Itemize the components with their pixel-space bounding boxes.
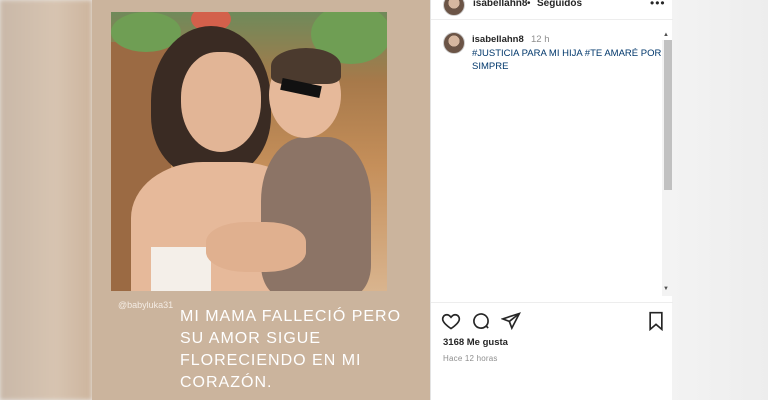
post-actions: 3168 Me gusta Hace 12 horas — [431, 302, 673, 400]
scroll-down-icon[interactable]: ▼ — [663, 286, 669, 292]
story-caption: MI MAMA FALLECIÓ PERO SU AMOR SIGUE FLOR… — [180, 308, 402, 391]
header-separator: • — [527, 0, 531, 9]
header-username[interactable]: isabellahn8 — [473, 0, 527, 9]
scrollbar[interactable]: ▲ ▼ — [662, 32, 672, 296]
like-count[interactable]: 3168 Me gusta — [443, 337, 508, 348]
post-image: @babyluka31 MI MAMA FALLECIÓ PERO SU AMO… — [92, 0, 430, 400]
blurred-background-left — [0, 0, 92, 400]
photo-mother-and-baby — [111, 12, 387, 291]
instagram-panel: isabellahn8 • Seguidos ••• isabellahn8 1… — [430, 0, 673, 400]
comment-username[interactable]: isabellahn8 — [472, 34, 524, 45]
heart-icon[interactable] — [441, 311, 461, 336]
comment-icon[interactable] — [471, 311, 491, 336]
avatar[interactable] — [443, 0, 465, 16]
scrollbar-thumb[interactable] — [664, 40, 672, 190]
scroll-up-icon[interactable]: ▲ — [663, 32, 669, 38]
follow-status-button[interactable]: Seguidos — [537, 0, 582, 9]
save-icon[interactable] — [647, 311, 665, 336]
photo-white-top — [151, 247, 211, 291]
post-timestamp: Hace 12 horas — [443, 354, 498, 363]
comment-time: 12 h — [531, 34, 550, 45]
post-header: isabellahn8 • Seguidos ••• — [431, 0, 673, 20]
photo-woman-face — [181, 52, 261, 152]
share-icon[interactable] — [500, 311, 521, 336]
story-tag: @babyluka31 — [118, 300, 174, 310]
blurred-background-right — [672, 0, 768, 400]
comment-text[interactable]: #JUSTICIA PARA MI HIJA #TE AMARÉ POR SIM… — [472, 47, 662, 73]
comment-avatar[interactable] — [443, 32, 465, 54]
more-icon[interactable]: ••• — [650, 0, 666, 10]
photo-arm — [206, 222, 306, 272]
